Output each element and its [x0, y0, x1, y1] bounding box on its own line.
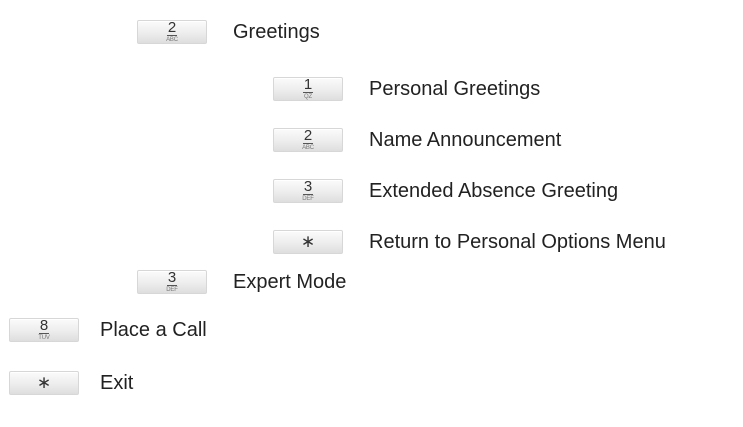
menu-item-label: Name Announcement: [369, 128, 562, 151]
keypad-3-button: 3 DEF: [137, 270, 207, 294]
keypad-star-button: ∗: [273, 230, 343, 254]
menu-item-place-call: 8 TUV Place a Call: [9, 315, 207, 345]
key-letters: ABC: [302, 144, 314, 151]
menu-item-name-announcement: 2 ABC Name Announcement: [273, 125, 561, 155]
key-digit: 2: [166, 18, 178, 36]
star-icon: ∗: [36, 372, 52, 393]
menu-item-extended-absence-greeting: 3 DEF Extended Absence Greeting: [273, 176, 618, 206]
key-digit: 2: [302, 126, 314, 144]
menu-item-return-personal-options: ∗ Return to Personal Options Menu: [273, 227, 666, 257]
menu-item-label: Expert Mode: [233, 270, 347, 293]
key-letters: QZ: [304, 93, 312, 100]
keypad-star-button: ∗: [9, 371, 79, 395]
menu-item-label: Extended Absence Greeting: [369, 179, 619, 202]
keypad-8-button: 8 TUV: [9, 318, 79, 342]
key-letters: DEF: [166, 286, 178, 293]
key-digit: 3: [166, 268, 178, 286]
menu-item-label: Greetings: [233, 20, 320, 43]
menu-item-exit: ∗ Exit: [9, 368, 133, 398]
key-digit: 3: [302, 177, 314, 195]
menu-item-greetings: 2 ABC Greetings: [137, 17, 320, 47]
menu-item-label: Place a Call: [100, 318, 207, 341]
star-icon: ∗: [300, 231, 316, 252]
menu-item-expert-mode: 3 DEF Expert Mode: [137, 267, 346, 297]
key-digit: 1: [302, 75, 314, 93]
key-letters: DEF: [302, 195, 314, 202]
keypad-3-button: 3 DEF: [273, 179, 343, 203]
keypad-2-button: 2 ABC: [137, 20, 207, 44]
menu-item-label: Personal Greetings: [369, 77, 541, 100]
key-digit: 8: [38, 316, 50, 334]
keypad-1-button: 1 QZ: [273, 77, 343, 101]
key-letters: ABC: [166, 36, 178, 43]
keypad-2-button: 2 ABC: [273, 128, 343, 152]
menu-item-label: Exit: [100, 371, 134, 394]
menu-item-label: Return to Personal Options Menu: [369, 230, 666, 253]
key-letters: TUV: [38, 334, 50, 341]
menu-item-personal-greetings: 1 QZ Personal Greetings: [273, 74, 540, 104]
